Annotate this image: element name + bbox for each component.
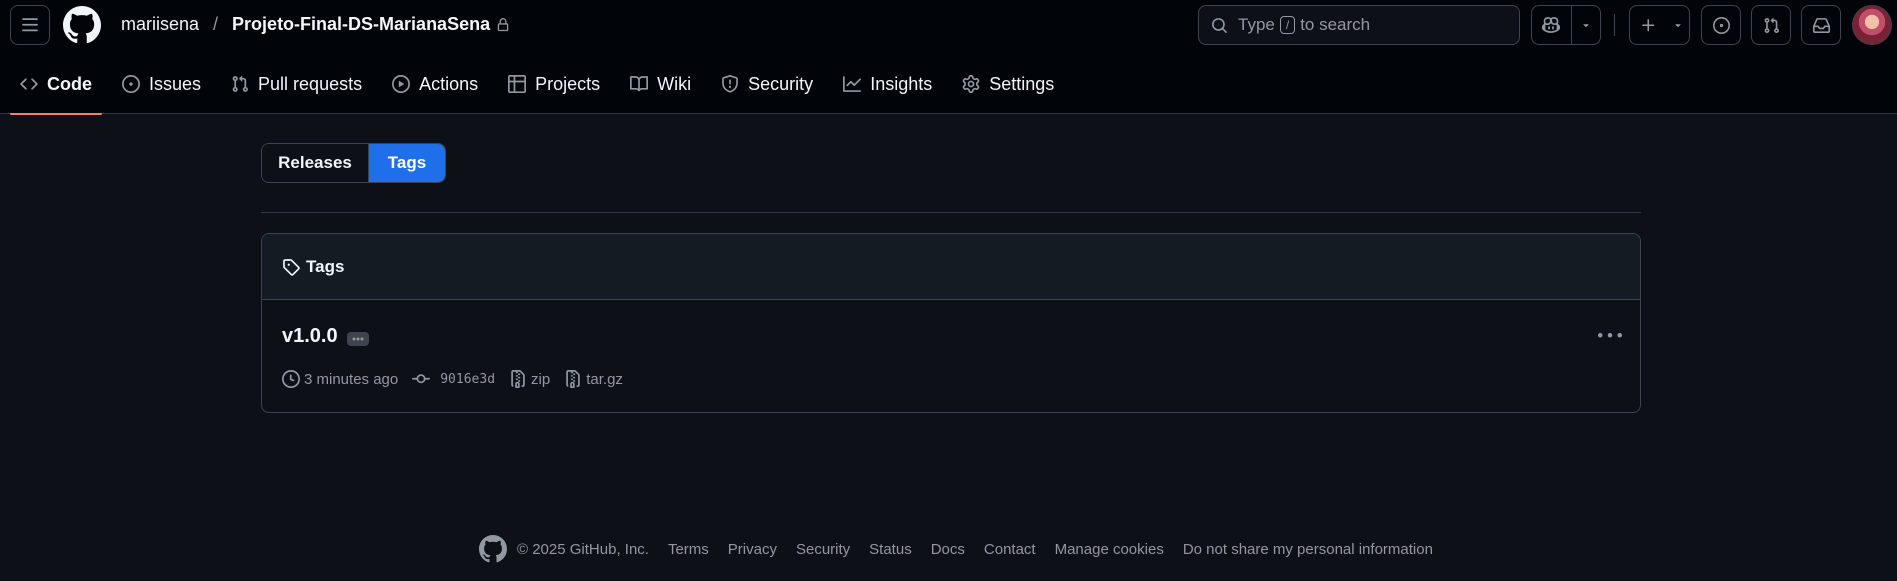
footer-copyright: © 2025 GitHub, Inc. xyxy=(517,540,649,558)
tab-label: Insights xyxy=(870,74,933,94)
tag-time: 3 minutes ago xyxy=(282,370,398,388)
tab-label: Pull requests xyxy=(258,74,363,94)
tag-icon xyxy=(282,258,300,276)
avatar[interactable] xyxy=(1852,5,1892,45)
tab-actions[interactable]: Actions xyxy=(382,64,488,114)
footer-link-contact[interactable]: Contact xyxy=(984,541,1036,558)
footer: © 2025 GitHub, Inc. Terms Privacy Securi… xyxy=(479,535,1452,563)
footer-link-security[interactable]: Security xyxy=(796,541,850,558)
tab-projects[interactable]: Projects xyxy=(498,64,610,114)
menu-button[interactable] xyxy=(10,5,50,45)
tab-code[interactable]: Code xyxy=(10,64,102,115)
global-header: mariisena / Projeto-Final-DS-MarianaSena… xyxy=(0,0,1897,115)
tab-security[interactable]: Security xyxy=(711,64,823,114)
code-icon xyxy=(20,75,38,93)
tab-insights[interactable]: Insights xyxy=(833,64,942,114)
clock-icon xyxy=(282,370,300,388)
file-zip-icon xyxy=(564,370,582,388)
footer-link-manage-cookies[interactable]: Manage cookies xyxy=(1055,541,1164,558)
shield-icon xyxy=(721,75,739,93)
footer-link-terms[interactable]: Terms xyxy=(668,541,709,558)
kebab-horizontal-icon[interactable] xyxy=(1598,324,1622,348)
plus-icon[interactable] xyxy=(1630,6,1667,44)
tags-box-header: Tags xyxy=(262,234,1640,300)
search-shortcut-key: / xyxy=(1279,16,1296,34)
tag-name-link[interactable]: v1.0.0 xyxy=(282,325,338,348)
tag-meta: 3 minutes ago 9016e3d zip tar.gz xyxy=(282,370,637,388)
repo-link[interactable]: Projeto-Final-DS-MarianaSena xyxy=(232,14,490,35)
tag-time-text: 3 minutes ago xyxy=(304,370,399,388)
inbox-icon xyxy=(1812,17,1830,34)
inbox-button[interactable] xyxy=(1801,5,1841,45)
repo-nav: Code Issues Pull requests Actions Projec… xyxy=(10,64,1074,115)
search-icon xyxy=(1211,17,1228,34)
search-placeholder-suffix: to search xyxy=(1300,15,1371,34)
github-logo-icon[interactable] xyxy=(479,535,507,563)
tags-box-title: Tags xyxy=(306,256,345,276)
tab-label: Settings xyxy=(989,74,1055,94)
pull-request-icon xyxy=(1763,17,1780,34)
zip-link[interactable]: zip xyxy=(531,371,550,388)
download-targz[interactable]: tar.gz xyxy=(564,370,623,388)
tab-label: Security xyxy=(748,74,814,94)
breadcrumb: mariisena / Projeto-Final-DS-MarianaSena xyxy=(121,14,510,35)
tab-wiki[interactable]: Wiki xyxy=(620,64,701,114)
tags-box: Tags v1.0.0 3 minutes ago 9016e3d zip ta… xyxy=(261,233,1641,413)
footer-link-docs[interactable]: Docs xyxy=(931,541,965,558)
issue-icon xyxy=(1712,16,1730,34)
tab-label: Issues xyxy=(149,74,202,94)
search-placeholder-prefix: Type xyxy=(1238,15,1275,34)
tab-pull-requests[interactable]: Pull requests xyxy=(221,64,372,114)
copilot-button[interactable] xyxy=(1531,5,1601,45)
tab-label: Projects xyxy=(535,74,601,94)
commit-sha-link[interactable]: 9016e3d xyxy=(440,372,495,387)
tab-settings[interactable]: Settings xyxy=(952,64,1064,114)
gear-icon xyxy=(962,75,980,93)
releases-tab[interactable]: Releases xyxy=(262,144,369,182)
owner-link[interactable]: mariisena xyxy=(121,14,199,35)
pull-requests-button[interactable] xyxy=(1751,5,1791,45)
create-new-button[interactable] xyxy=(1629,5,1690,45)
copilot-icon[interactable] xyxy=(1532,6,1571,44)
graph-icon xyxy=(843,75,862,93)
github-logo-icon[interactable] xyxy=(63,6,101,44)
book-icon xyxy=(630,75,649,93)
divider xyxy=(261,212,1641,213)
hamburger-icon xyxy=(21,16,39,34)
commit-icon xyxy=(412,370,431,388)
issues-button[interactable] xyxy=(1701,5,1741,45)
tab-label: Actions xyxy=(419,74,479,94)
issue-icon xyxy=(122,75,140,93)
releases-tags-switcher: Releases Tags xyxy=(261,143,446,183)
play-icon xyxy=(392,75,411,93)
ellipsis-icon xyxy=(351,336,365,342)
lock-icon xyxy=(496,17,510,32)
footer-link-do-not-share[interactable]: Do not share my personal information xyxy=(1183,541,1433,558)
triangle-down-icon[interactable] xyxy=(1572,6,1600,44)
tab-label: Wiki xyxy=(657,74,692,94)
footer-link-privacy[interactable]: Privacy xyxy=(728,541,777,558)
header-divider xyxy=(1614,14,1615,36)
triangle-down-icon[interactable] xyxy=(1667,6,1689,44)
top-bar: mariisena / Projeto-Final-DS-MarianaSena… xyxy=(0,0,1897,50)
breadcrumb-separator: / xyxy=(213,14,219,34)
table-icon xyxy=(508,75,527,93)
footer-link-status[interactable]: Status xyxy=(869,541,912,558)
tab-label: Code xyxy=(47,74,92,94)
tag-commit[interactable]: 9016e3d xyxy=(412,370,495,388)
download-zip[interactable]: zip xyxy=(509,370,550,388)
pull-request-icon xyxy=(231,75,249,93)
tags-tab[interactable]: Tags xyxy=(369,144,445,182)
search-input[interactable]: Type / to search xyxy=(1198,5,1520,45)
tab-issues[interactable]: Issues xyxy=(112,64,211,114)
expand-commit-message-button[interactable] xyxy=(347,332,369,346)
targz-link[interactable]: tar.gz xyxy=(586,371,623,388)
file-zip-icon xyxy=(509,370,527,388)
